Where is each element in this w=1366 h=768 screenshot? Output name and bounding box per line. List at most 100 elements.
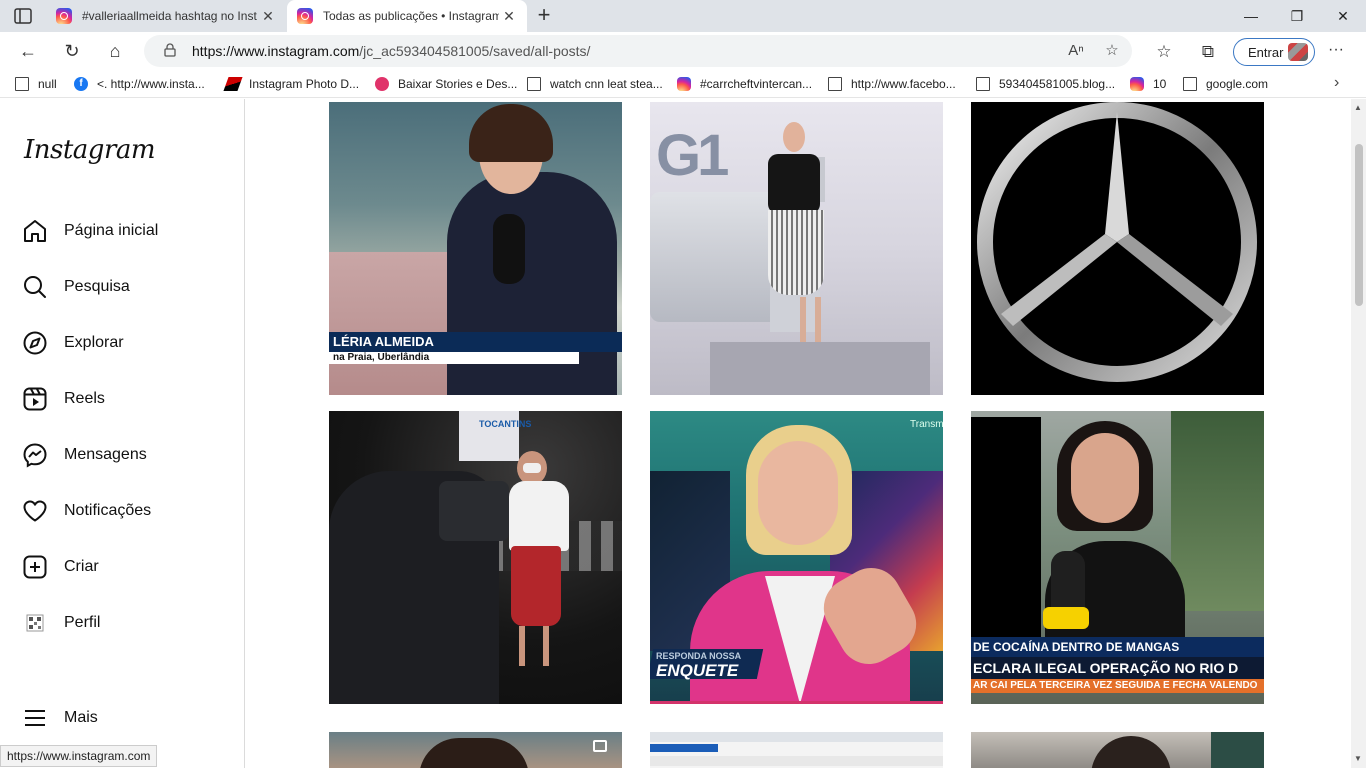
bookmark-item[interactable]: f <. http://www.insta...: [74, 76, 205, 92]
search-icon: [22, 274, 48, 300]
facebook-icon: f: [74, 77, 88, 91]
restore-icon[interactable]: ❐: [1274, 0, 1320, 32]
status-url: https://www.instagram.com: [0, 745, 158, 767]
nav-explore[interactable]: Explorar: [22, 328, 124, 358]
home-icon: [22, 218, 48, 244]
page-icon: [976, 77, 990, 91]
plus-square-icon: [22, 554, 48, 580]
page-icon: [828, 77, 842, 91]
close-window-icon[interactable]: ✕: [1320, 0, 1366, 32]
heart-icon: [22, 498, 48, 524]
carousel-icon: [593, 740, 607, 752]
red-brand-icon: [223, 77, 243, 91]
instagram-icon: [1130, 77, 1144, 91]
saved-post[interactable]: [971, 732, 1264, 768]
nav-reels[interactable]: Reels: [22, 384, 105, 414]
saved-post[interactable]: [329, 732, 622, 768]
nav-notifications[interactable]: Notificações: [22, 496, 151, 526]
saved-post[interactable]: DE COCAÍNA DENTRO DE MANGAS ECLARA ILEGA…: [971, 411, 1264, 704]
bookmarks-bar: null f <. http://www.insta... Instagram P…: [0, 70, 1366, 98]
minimize-icon[interactable]: —: [1228, 0, 1274, 32]
new-tab-icon[interactable]: +: [533, 4, 555, 26]
saved-post[interactable]: [650, 732, 943, 768]
scroll-down-icon[interactable]: ▼: [1354, 754, 1362, 763]
post-caption: G1: [656, 123, 729, 188]
read-aloud-icon[interactable]: Aⁿ: [1066, 41, 1086, 61]
bookmark-item[interactable]: Baixar Stories e Des...: [375, 76, 517, 92]
profile-avatar: [1288, 43, 1308, 61]
lock-icon: [164, 43, 176, 57]
nav-label: Pesquisa: [64, 278, 130, 295]
tab-hashtag[interactable]: #valleriaallmeida hashtag no Inst ✕: [46, 0, 286, 32]
bookmark-item[interactable]: 10: [1130, 76, 1166, 92]
instagram-sidebar: Instagram Página inicial Pesquisa Explor…: [0, 99, 245, 768]
browser-toolbar: ← ↻ ⌂ https://www.instagram.com/jc_ac593…: [0, 32, 1366, 70]
tab-title: Todas as publicações • Instagram: [323, 9, 499, 23]
page-icon: [527, 77, 541, 91]
bookmark-item[interactable]: null: [15, 76, 57, 92]
instagram-favicon-icon: [56, 8, 72, 24]
messenger-icon: [22, 442, 48, 468]
nav-home[interactable]: Página inicial: [22, 216, 158, 246]
nav-label: Explorar: [64, 334, 124, 351]
saved-post[interactable]: TOCANTINS: [329, 411, 622, 704]
tab-actions-icon[interactable]: [14, 8, 32, 24]
refresh-icon[interactable]: ↻: [59, 38, 85, 64]
saved-post[interactable]: Transm RESPONDA NOSSA ENQUETE: [650, 411, 943, 704]
profile-avatar-icon: [22, 610, 48, 636]
bookmark-item[interactable]: #carrcheftvintercan...: [677, 76, 812, 92]
home-browser-icon[interactable]: ⌂: [102, 38, 128, 64]
nav-label: Reels: [64, 390, 105, 407]
bookmark-item[interactable]: watch cnn leat stea...: [527, 76, 663, 92]
hamburger-menu-icon: [22, 705, 48, 731]
post-caption: na Praia, Uberlândia: [333, 352, 430, 363]
close-tab-icon[interactable]: ✕: [499, 8, 519, 25]
scroll-up-icon[interactable]: ▲: [1354, 103, 1362, 112]
nav-profile[interactable]: Perfil: [22, 608, 100, 638]
back-icon[interactable]: ←: [15, 38, 41, 64]
scroll-thumb[interactable]: [1355, 144, 1363, 306]
tab-strip: #valleriaallmeida hashtag no Inst ✕ Toda…: [0, 0, 1366, 32]
add-favorite-icon[interactable]: ☆: [1102, 41, 1122, 61]
sign-in-button[interactable]: Entrar: [1233, 38, 1315, 66]
url-text: https://www.instagram.com/jc_ac593404581…: [192, 43, 591, 59]
page-icon: [15, 77, 29, 91]
tab-saved-posts[interactable]: Todas as publicações • Instagram ✕: [287, 0, 527, 32]
favorites-icon[interactable]: ☆: [1153, 41, 1175, 63]
post-caption: AR CAI PELA TERCEIRA VEZ SEGUIDA E FECHA…: [973, 680, 1258, 691]
close-tab-icon[interactable]: ✕: [258, 8, 278, 25]
mercedes-logo-icon: [977, 102, 1257, 382]
instagram-logo[interactable]: Instagram: [24, 135, 156, 165]
nav-label: Página inicial: [64, 222, 159, 239]
post-caption: Transm: [910, 419, 943, 430]
page-icon: [1183, 77, 1197, 91]
bookmark-item[interactable]: Instagram Photo D...: [223, 76, 359, 92]
nav-label: Mensagens: [64, 446, 147, 463]
instagram-favicon-icon: [297, 8, 313, 24]
post-caption: ENQUETE: [656, 661, 739, 680]
page-scrollbar[interactable]: ▲ ▼: [1351, 99, 1366, 768]
bookmark-item[interactable]: http://www.facebo...: [828, 76, 956, 92]
post-caption: TOCANTINS: [479, 419, 532, 429]
bookmark-item[interactable]: google.com: [1183, 76, 1268, 92]
saved-post[interactable]: G1: [650, 102, 943, 395]
nav-messages[interactable]: Mensagens: [22, 440, 147, 470]
nav-label: Mais: [64, 709, 98, 726]
pink-brand-icon: [375, 77, 389, 91]
settings-more-icon[interactable]: ···: [1328, 41, 1344, 59]
compass-icon: [22, 330, 48, 356]
nav-create[interactable]: Criar: [22, 552, 99, 582]
saved-posts-grid: LÉRIA ALMEIDA na Praia, Uberlândia G1 TO…: [245, 99, 1351, 768]
collections-icon[interactable]: ⧉: [1197, 41, 1219, 63]
saved-post[interactable]: [971, 102, 1264, 395]
reels-icon: [22, 386, 48, 412]
nav-label: Criar: [64, 558, 99, 575]
nav-search[interactable]: Pesquisa: [22, 272, 130, 302]
nav-label: Perfil: [64, 614, 101, 631]
post-caption: ECLARA ILEGAL OPERAÇÃO NO RIO D: [973, 660, 1239, 676]
nav-more[interactable]: Mais: [22, 703, 98, 733]
chevron-right-icon[interactable]: ›: [1334, 74, 1339, 92]
bookmark-item[interactable]: 593404581005.blog...: [976, 76, 1115, 92]
address-bar[interactable]: https://www.instagram.com/jc_ac593404581…: [144, 35, 1132, 67]
saved-post[interactable]: LÉRIA ALMEIDA na Praia, Uberlândia: [329, 102, 622, 395]
